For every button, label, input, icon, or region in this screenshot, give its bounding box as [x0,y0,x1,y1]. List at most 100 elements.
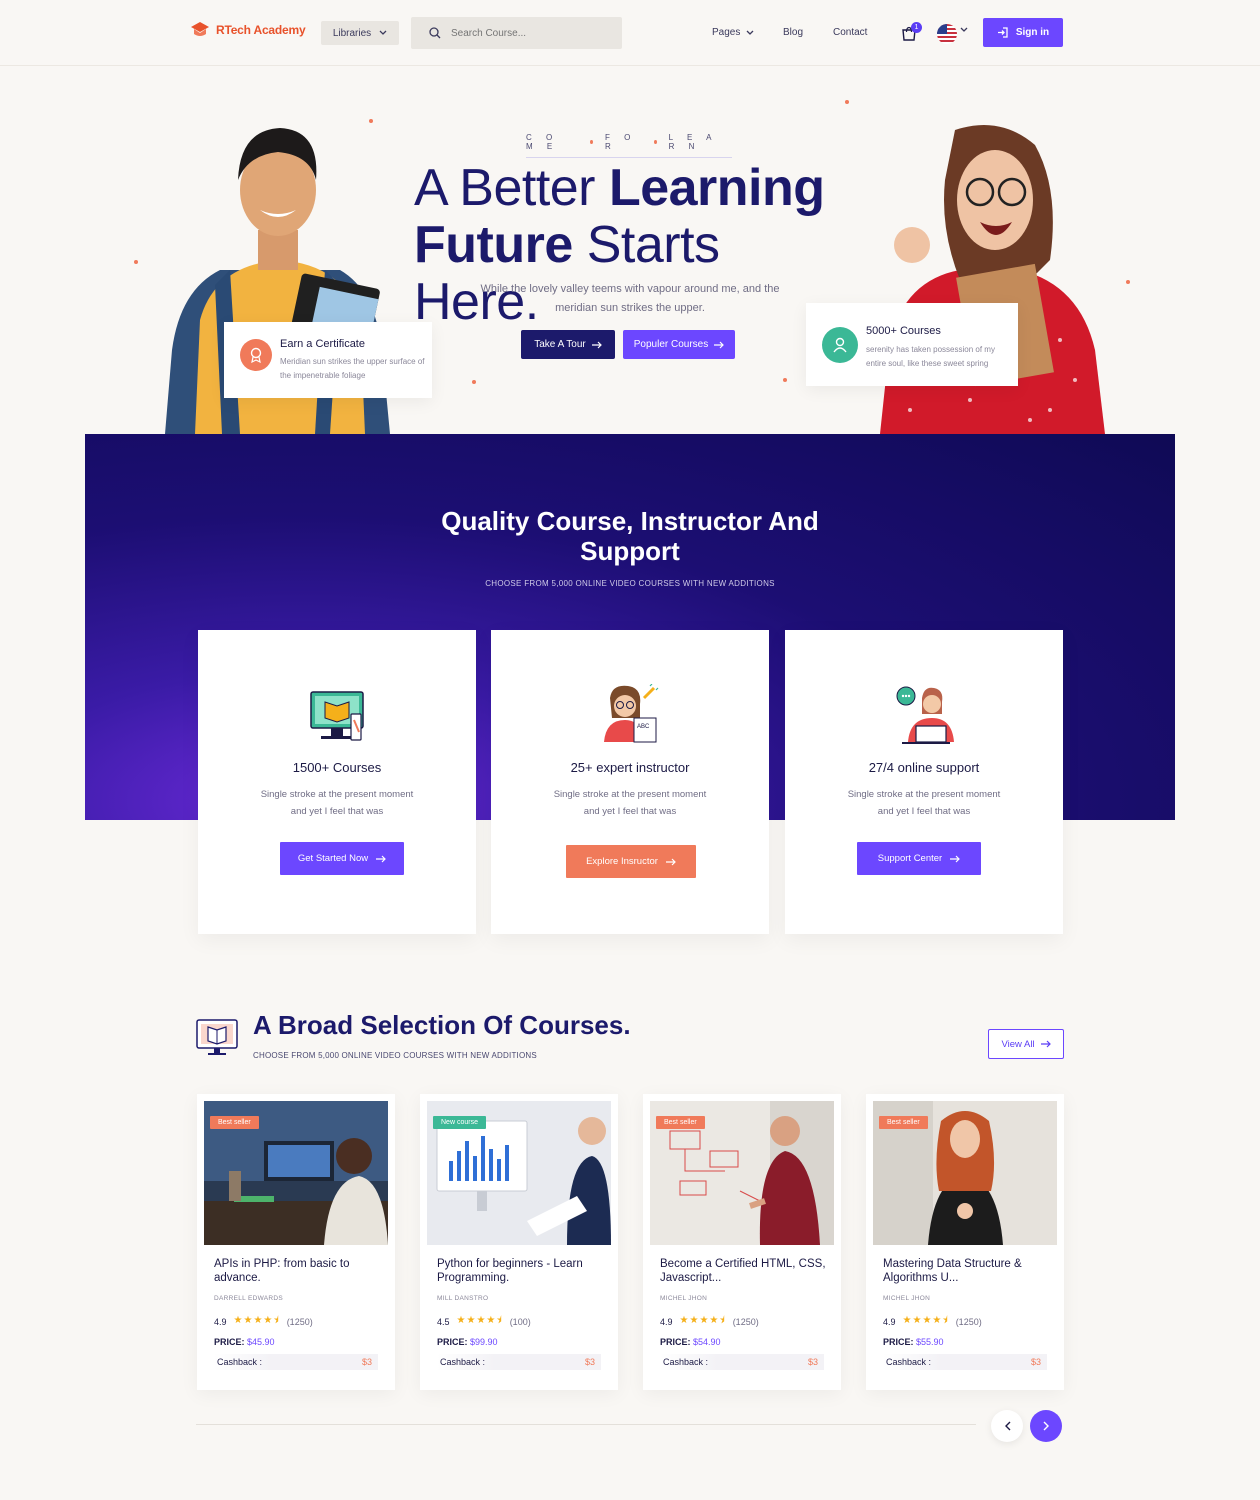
chevron-down-icon [746,30,754,35]
course-author: MICHEL JHON [660,1295,708,1302]
search-box[interactable] [411,17,622,49]
online-course-icon [310,691,364,741]
chevron-down-icon[interactable] [960,27,968,33]
us-flag-icon[interactable] [937,24,957,44]
rating-value: 4.5 [437,1316,450,1327]
take-tour-button[interactable]: Take A Tour [521,330,615,359]
support-center-button[interactable]: Support Center [857,842,981,875]
feature-title: 1500+ Courses [292,760,382,775]
rating-count: (1250) [286,1316,313,1327]
decor-dot [783,378,787,382]
kicker-dot [590,140,593,144]
star-rating-icon: ★★★★⯨ [902,1315,949,1326]
course-title[interactable]: Mastering Data Structure & Algorithms U.… [883,1258,1053,1285]
cashback-row: Cashback : $3 [214,1354,378,1370]
login-icon [997,27,1008,38]
quality-subtitle: CHOOSE FROM 5,000 ONLINE VIDEO COURSES W… [485,579,775,588]
carousel-prev-button[interactable] [991,1410,1023,1442]
course-author: DARRELL EDWARDS [214,1295,284,1302]
instructor-icon: ABC [604,684,659,743]
sign-in-label: Sign in [1015,27,1050,38]
course-title[interactable]: Become a Certified HTML, CSS, Javascript… [660,1258,830,1285]
price-label: PRICE: [214,1337,245,1347]
cashback-amount: $3 [807,1357,818,1367]
certificate-icon [240,339,272,371]
arrow-right-icon [950,855,961,862]
nav-blog[interactable]: Blog [783,27,803,38]
teacher-icon [822,327,858,363]
decor-dot [1126,280,1130,284]
feature-card-support: 27/4 online support Single stroke at the… [785,630,1063,934]
hero-title-bold-2: Future [414,216,573,274]
course-title[interactable]: Python for beginners - Learn Programming… [437,1258,607,1285]
feature-text: Single stroke at the present moment and … [260,789,414,817]
get-started-label: Get Started Now [297,853,369,864]
course-title[interactable]: APIs in PHP: from basic to advance. [214,1258,384,1285]
arrow-right-icon [376,855,386,862]
cart-count-badge: 1 [911,22,922,33]
hero-subtitle: While the lovely valley teems with vapou… [480,283,780,314]
course-card[interactable]: Best seller APIs in PHP: from basic to a… [197,1094,395,1390]
cashback-label: Cashback : [886,1357,932,1367]
explore-instructor-label: Explore Insructor [586,856,658,867]
kicker-word: L E A R N [668,133,718,151]
course-author: MILL DANSTRO [437,1295,489,1302]
price-value: $45.90 [247,1337,275,1347]
chevron-left-icon [1004,1421,1010,1431]
course-card[interactable]: Best seller Become a Certified HTML, CSS… [643,1094,841,1390]
course-tag: Best seller [879,1116,928,1129]
course-card[interactable]: New course Python for beginners - Learn … [420,1094,618,1390]
chevron-down-icon [379,30,387,35]
cashback-label: Cashback : [217,1357,263,1367]
arrow-right-icon [665,858,676,865]
sign-in-button[interactable]: Sign in [983,18,1063,47]
course-price: PRICE: $45.90 [214,1337,275,1347]
kicker-word: C O M E [526,133,559,151]
brand-logo[interactable]: RTech Academy [190,21,306,39]
carousel-divider [196,1424,976,1425]
svg-text:ABC: ABC [637,724,650,730]
rating-count: (1250) [955,1316,982,1327]
decor-dot [134,260,138,264]
support-center-label: Support Center [877,853,943,864]
cashback-amount: $3 [584,1357,595,1367]
arrow-right-icon [1040,1040,1051,1048]
rating-value: 4.9 [660,1316,673,1327]
search-input[interactable] [451,27,601,39]
get-started-button[interactable]: Get Started Now [280,842,404,875]
hero-title-light-1: A Better [414,159,596,217]
course-rating: 4.5 ★★★★⯨ (100) [437,1313,531,1330]
feature-text: Single stroke at the present moment and … [553,789,707,817]
popular-courses-label: Populer Courses [633,339,709,350]
book-monitor-icon [196,1019,238,1055]
kicker-word: F O R [604,133,637,151]
popular-courses-button[interactable]: Populer Courses [623,330,735,359]
price-value: $99.90 [470,1337,498,1347]
carousel-next-button[interactable] [1030,1410,1062,1442]
course-tag: Best seller [210,1116,259,1129]
course-card[interactable]: Best seller Mastering Data Structure & A… [866,1094,1064,1390]
top-navbar: RTech Academy Libraries Pages Blog Conta… [0,0,1260,66]
price-label: PRICE: [660,1337,691,1347]
rating-value: 4.9 [214,1316,227,1327]
courses-card-text: serenity has taken possession of my enti… [866,345,995,368]
search-icon [429,27,441,39]
cashback-amount: $3 [361,1357,372,1367]
course-tag: Best seller [656,1116,705,1129]
star-rating-icon: ★★★★⯨ [233,1315,280,1326]
libraries-dropdown[interactable]: Libraries [321,21,399,45]
feature-card-instructor: ABC 25+ expert instructor Single stroke … [491,630,769,934]
cashback-label: Cashback : [663,1357,709,1367]
graduation-cap-icon [191,22,209,36]
certificate-card: Earn a Certificate Meridian sun strikes … [224,322,432,398]
view-all-button[interactable]: View All [988,1029,1064,1059]
nav-pages[interactable]: Pages [712,27,754,38]
courses-count-card: 5000+ Courses serenity has taken possess… [806,303,1018,386]
kicker-dot [653,140,657,144]
nav-contact[interactable]: Contact [833,27,867,38]
arrow-right-icon [591,341,602,348]
rating-value: 4.9 [883,1316,896,1327]
libraries-label: Libraries [332,27,372,39]
explore-instructor-button[interactable]: Explore Insructor [566,845,696,878]
nav-pages-label: Pages [712,27,741,38]
